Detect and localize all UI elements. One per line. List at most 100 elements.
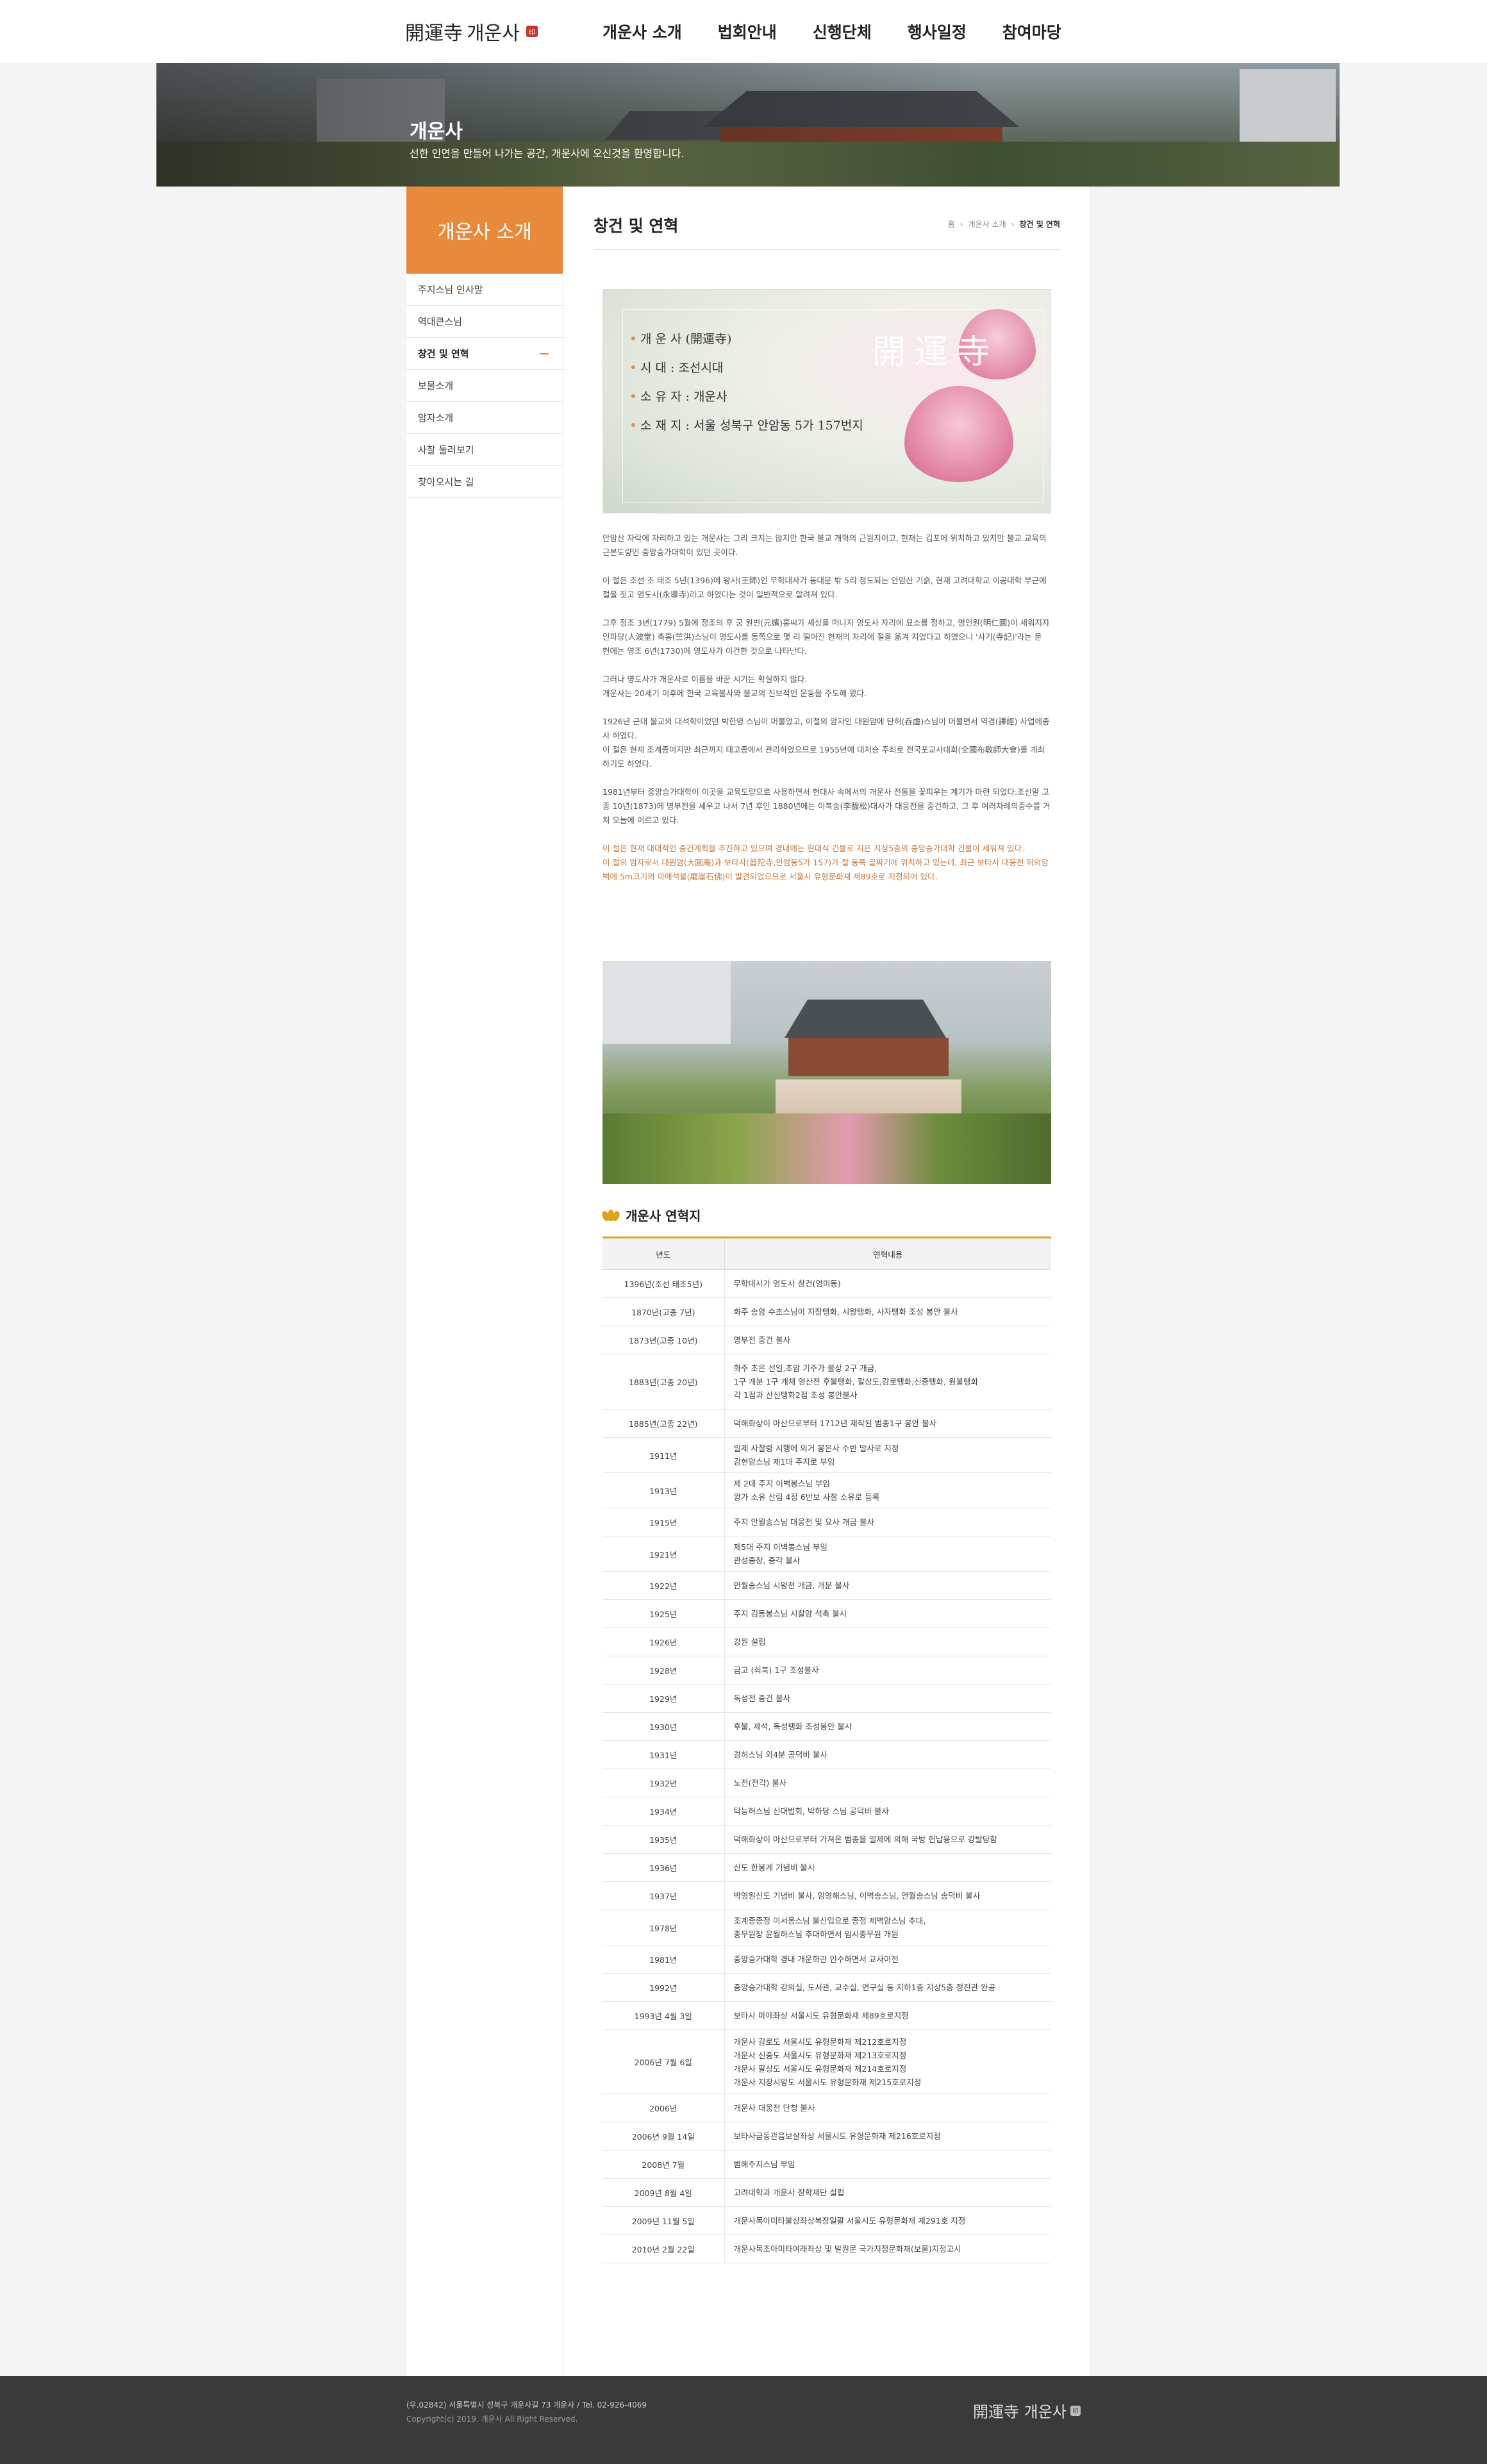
column-header-content: 연혁내용 [724, 1236, 1051, 1270]
table-row: 1936년 신도 한봉계 기념비 불사 [602, 1853, 1051, 1882]
nav-about[interactable]: 개운사 소개 [602, 20, 682, 43]
table-row: 1885년(고종 22년) 덕해화상이 아산으로부터 1712년 제작된 범종1구… [602, 1409, 1051, 1438]
site-header: 開運寺 개운사 印 개운사 소개 법회안내 신행단체 행사일정 참여마당 [0, 0, 1487, 63]
sidebar-item-tour[interactable]: 사찰 둘러보기 [406, 434, 563, 466]
table-row: 1926년 강원 설립 [602, 1627, 1051, 1656]
nav-events[interactable]: 행사일정 [908, 20, 967, 43]
bullet-icon [631, 365, 635, 369]
history-content-cell: 화주 초은 선일,초암 기주가 불상 2구 개금, 1구 개분 1구 개채 영산… [724, 1354, 1051, 1410]
table-row: 2006년 9월 14일 보타사금동관음보살좌상 서울시도 유형문화재 제216호… [602, 2122, 1051, 2151]
history-section-title: 개운사 연혁지 [601, 1206, 701, 1224]
breadcrumb-section[interactable]: 개운사 소개 [968, 219, 1006, 229]
site-logo[interactable]: 開運寺 개운사 印 [405, 15, 538, 47]
history-year-cell: 1915년 [602, 1508, 725, 1536]
main-nav: 개운사 소개 법회안내 신행단체 행사일정 참여마당 [602, 0, 1061, 63]
history-year-cell: 1978년 [602, 1910, 725, 1945]
history-year-cell: 1930년 [602, 1712, 725, 1741]
history-year-cell: 1934년 [602, 1797, 725, 1826]
banner-line-text: 개 운 사 (開運寺) [640, 332, 732, 346]
table-row: 1993년 4월 3일 보타사 마애좌상 서울시도 유형문화재 제89호로지정 [602, 2001, 1051, 2030]
history-year-cell: 2009년 11월 5일 [602, 2206, 725, 2235]
history-content-cell: 고려대학과 개운사 장학재단 설립 [724, 2178, 1051, 2207]
photo-temple-roof [785, 999, 946, 1038]
page-title: 창건 및 연혁 [594, 217, 679, 235]
history-content-cell: 박영원신도 기념비 불사, 임영해스님, 이벽송스님, 안월송스님 송덕비 불사 [724, 1881, 1051, 1910]
sidebar-item-history[interactable]: 창건 및 연혁 [406, 338, 563, 370]
history-year-cell: 1992년 [602, 1973, 725, 2002]
history-year-cell: 1932년 [602, 1769, 725, 1797]
table-row: 2009년 11월 5일 개운사목아미타불상좌상복장일괄 서울시도 유형문화재 제… [602, 2206, 1051, 2235]
photo-trees-lanterns [602, 1113, 1051, 1184]
history-content-cell: 무학대사가 영도사 창건(영미동) [724, 1269, 1051, 1298]
history-title-text: 개운사 연혁지 [626, 1208, 701, 1224]
table-row: 1932년 노전(전각) 불사 [602, 1769, 1051, 1797]
paragraph: 그러나 영도사가 개운사로 이름을 바꾼 시기는 확실하지 않다. 개운사는 2… [602, 674, 867, 698]
history-content-cell: 강원 설립 [724, 1627, 1051, 1656]
history-content-cell: 조계종종정 이서옹스님 불신입으로 종정 제벽암스님 추대, 총무원장 윤월하스… [724, 1910, 1051, 1945]
logo-hanja: 開運寺 [405, 22, 463, 45]
temple-info-banner: 開運寺 개 운 사 (開運寺) 시 대 : 조선시대 소 유 자 : 개운사 소… [602, 289, 1051, 513]
history-year-cell: 2010년 2월 22일 [602, 2235, 725, 2263]
footer-seal-icon: 印 [1070, 2405, 1081, 2416]
site-footer: (우.02842) 서울특별시 성북구 개운사길 73 개운사 / Tel. 0… [0, 2376, 1487, 2464]
banner-info-list: 개 운 사 (開運寺) 시 대 : 조선시대 소 유 자 : 개운사 소 재 지… [631, 329, 863, 445]
history-year-cell: 1981년 [602, 1945, 725, 1974]
table-row: 1981년 중앙승가대학 경내 개운화관 인수하면서 교사이전 [602, 1945, 1051, 1974]
history-content-cell: 덕해화상이 아산으로부터 가져온 범종을 일제에 의해 국방 헌납용으로 강탈당… [724, 1825, 1051, 1854]
history-content-cell: 안월송스님 시왕전 개금, 개분 불사 [724, 1571, 1051, 1600]
nav-dharma-service[interactable]: 법회안내 [718, 20, 777, 43]
history-content-cell: 신도 한봉계 기념비 불사 [724, 1853, 1051, 1882]
banner-line-text: 시 대 : 조선시대 [640, 361, 724, 375]
history-content-cell: 화주 송암 수초스님이 지장탱화, 시왕탱화, 사자탱화 조성 봉안 불사 [724, 1297, 1051, 1326]
footer-logo: 開運寺 개운사 印 [973, 2399, 1081, 2422]
nav-groups[interactable]: 신행단체 [813, 20, 872, 43]
logo-korean: 개운사 [467, 22, 520, 45]
history-content-cell: 중앙승가대학 강의실, 도서관, 교수실, 연구실 등 지하1층 지상5층 정진… [724, 1973, 1051, 2002]
history-content-cell: 제 2대 주지 이벽봉스님 부임 왕가 소유 산림 4정 6반보 사찰 소유로 … [724, 1472, 1051, 1508]
history-content-cell: 노전(전각) 불사 [724, 1769, 1051, 1797]
logo-seal-icon: 印 [526, 26, 538, 37]
history-year-cell: 1396년(조선 태조5년) [602, 1269, 725, 1298]
history-year-cell: 1925년 [602, 1599, 725, 1628]
history-year-cell: 1911년 [602, 1437, 725, 1473]
history-year-cell: 1935년 [602, 1825, 725, 1854]
history-year-cell: 1885년(고종 22년) [602, 1409, 725, 1438]
title-divider [594, 249, 1060, 250]
table-row: 2008년 7월 범해주지스님 부임 [602, 2150, 1051, 2179]
table-row: 1922년 안월송스님 시왕전 개금, 개분 불사 [602, 1571, 1051, 1600]
chevron-right-icon: › [959, 219, 963, 229]
sidebar-item-treasures[interactable]: 보물소개 [406, 370, 563, 402]
sidebar-item-greeting[interactable]: 주지스님 인사말 [406, 274, 563, 306]
breadcrumb-home[interactable]: 홈 [948, 219, 955, 229]
table-row: 1937년 박영원신도 기념비 불사, 임영해스님, 이벽송스님, 안월송스님 송… [602, 1881, 1051, 1910]
history-content-cell: 주지 안월송스님 대웅전 및 요사 개금 불사 [724, 1508, 1051, 1536]
nav-community[interactable]: 참여마당 [1002, 20, 1061, 43]
history-content-cell: 일제 사찰령 시행에 의거 봉은사 수반 말사로 지정 김현암스님 제1대 주지… [724, 1437, 1051, 1473]
history-year-cell: 1936년 [602, 1853, 725, 1882]
sidebar-item-directions[interactable]: 찾아오시는 길 [406, 466, 563, 498]
photo-temple-hall [788, 1038, 949, 1076]
table-row: 1978년 조계종종정 이서옹스님 불신입으로 종정 제벽암스님 추대, 총무원장… [602, 1910, 1051, 1945]
history-year-cell: 2009년 8월 4일 [602, 2178, 725, 2207]
history-content-cell: 개운사 대웅전 단청 불사 [724, 2094, 1051, 2122]
banner-line-text: 소 재 지 : 서울 성북구 안암동 5가 157번지 [640, 419, 863, 433]
history-content-cell: 개운사목아미타불상좌상복장일괄 서울시도 유형문화재 제291호 지정 [724, 2206, 1051, 2235]
breadcrumb-current: 창건 및 연혁 [1019, 220, 1060, 229]
history-year-cell: 1926년 [602, 1627, 725, 1656]
sidebar-item-past-monks[interactable]: 역대큰스님 [406, 306, 563, 338]
table-row: 1913년 제 2대 주지 이벽봉스님 부임 왕가 소유 산림 4정 6반보 사찰… [602, 1472, 1051, 1508]
table-row: 1935년 덕해화상이 아산으로부터 가져온 범종을 일제에 의해 국방 헌납용으… [602, 1825, 1051, 1854]
sidebar-item-hermitages[interactable]: 암자소개 [406, 402, 563, 434]
history-year-cell: 2006년 [602, 2094, 725, 2122]
history-content-cell: 후불, 제석, 독성탱화 조성봉안 불사 [724, 1712, 1051, 1741]
paragraph: 그후 정조 3년(1779) 5월에 정조의 후 궁 원빈(元嬪)홍씨가 세상을… [602, 618, 1050, 656]
footer-address: (우.02842) 서울특별시 성북구 개운사길 73 개운사 / Tel. 0… [406, 2401, 647, 2410]
history-year-cell: 1928년 [602, 1656, 725, 1685]
history-description: 안암산 자락에 자리하고 있는 개운사는 그리 크지는 않지만 한국 불교 개혁… [602, 531, 1051, 898]
bullet-icon [631, 422, 635, 427]
hero-shade [156, 63, 1340, 187]
bullet-icon [631, 336, 635, 340]
table-row: 1925년 주지 김동봉스님 시찰암 석축 불사 [602, 1599, 1051, 1628]
history-content-cell: 중앙승가대학 경내 개운화관 인수하면서 교사이전 [724, 1945, 1051, 1974]
history-content-cell: 금고 (쇠북) 1구 조성불사 [724, 1656, 1051, 1685]
